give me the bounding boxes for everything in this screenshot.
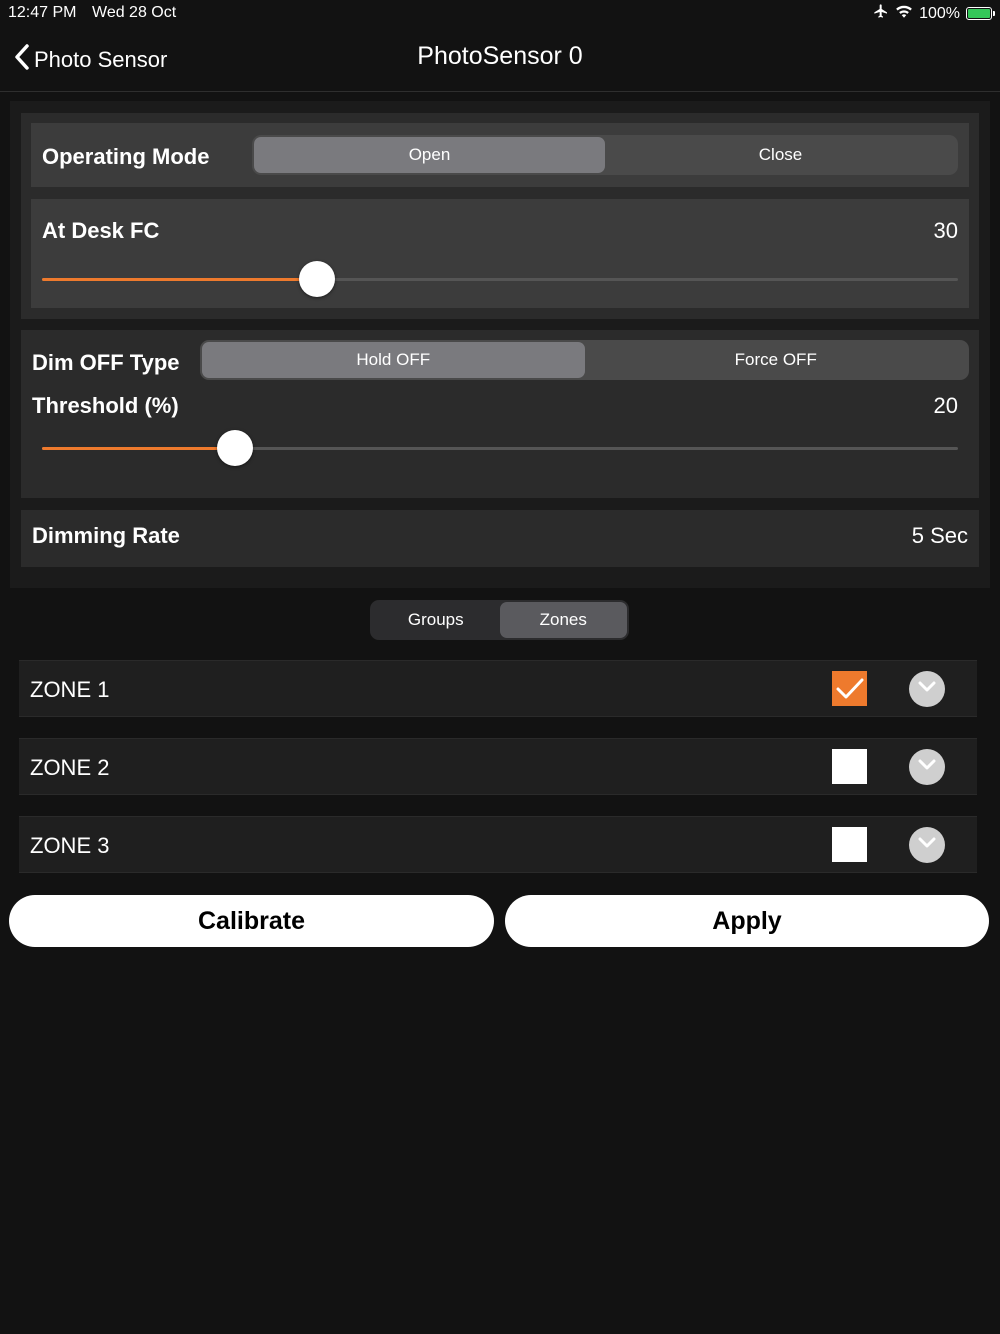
- zone-name: ZONE 1: [30, 677, 110, 702]
- airplane-icon: [873, 3, 889, 24]
- zone-name: ZONE 2: [30, 755, 110, 780]
- apply-button[interactable]: Apply: [505, 895, 989, 947]
- threshold-label: Threshold (%): [32, 393, 179, 418]
- groups-zones-segmented-control: Groups Zones: [370, 600, 629, 640]
- status-date: Wed 28 Oct: [92, 4, 177, 21]
- dim-off-type-segmented-control: Hold OFF Force OFF: [200, 340, 969, 380]
- dim-off-panel: Dim OFF Type Hold OFF Force OFF Threshol…: [21, 330, 979, 498]
- dimming-rate-value: 5 Sec: [911, 523, 968, 548]
- threshold-slider-thumb[interactable]: [217, 430, 253, 466]
- page-title: PhotoSensor 0: [417, 42, 583, 70]
- wifi-icon: [895, 4, 913, 23]
- calibrate-button[interactable]: Calibrate: [9, 895, 494, 947]
- status-time: 12:47 PM: [8, 4, 77, 21]
- at-desk-fc-label: At Desk FC: [42, 218, 160, 243]
- dimming-rate-row[interactable]: Dimming Rate 5 Sec: [21, 510, 979, 567]
- threshold-slider-fill: [42, 447, 235, 450]
- zone-row-3: ZONE 3: [19, 816, 977, 873]
- status-bar: 12:47 PM Wed 28 Oct 100%: [0, 0, 1000, 26]
- at-desk-fc-slider-track[interactable]: [42, 278, 958, 281]
- at-desk-fc-row: At Desk FC 30: [31, 199, 969, 308]
- chevron-down-icon: [918, 836, 936, 854]
- checkmark-icon: [832, 678, 867, 710]
- status-indicators: 100%: [873, 3, 995, 24]
- operating-mode-label: Operating Mode: [42, 144, 210, 169]
- zone-name: ZONE 3: [30, 833, 110, 858]
- at-desk-fc-slider-thumb[interactable]: [299, 261, 335, 297]
- at-desk-fc-value: 30: [933, 218, 958, 243]
- dim-off-force-off[interactable]: Force OFF: [585, 342, 968, 378]
- chevron-down-icon: [918, 758, 936, 776]
- operating-mode-segmented-control: Open Close: [252, 135, 958, 175]
- operating-mode-close[interactable]: Close: [605, 137, 956, 173]
- dim-off-type-label: Dim OFF Type: [32, 350, 180, 375]
- zone-1-checkbox[interactable]: [832, 671, 867, 706]
- zone-2-expand-button[interactable]: [909, 749, 945, 785]
- threshold-value: 20: [933, 393, 958, 418]
- tab-zones[interactable]: Zones: [499, 602, 627, 638]
- zone-3-checkbox[interactable]: [832, 827, 867, 862]
- dimming-rate-label: Dimming Rate: [32, 523, 180, 548]
- zone-row-2: ZONE 2: [19, 738, 977, 795]
- zone-3-expand-button[interactable]: [909, 827, 945, 863]
- battery-percent: 100%: [919, 4, 960, 22]
- threshold-slider-track[interactable]: [42, 447, 958, 450]
- operating-mode-open[interactable]: Open: [254, 137, 605, 173]
- battery-icon: [966, 7, 995, 20]
- navigation-bar: Photo Sensor PhotoSensor 0: [0, 26, 1000, 92]
- operating-mode-row: Operating Mode Open Close: [31, 123, 969, 187]
- chevron-down-icon: [918, 680, 936, 698]
- at-desk-fc-slider-fill: [42, 278, 317, 281]
- zone-row-1: ZONE 1: [19, 660, 977, 717]
- zone-2-checkbox[interactable]: [832, 749, 867, 784]
- dim-off-hold-off[interactable]: Hold OFF: [202, 342, 585, 378]
- tab-groups[interactable]: Groups: [372, 602, 500, 638]
- zone-1-expand-button[interactable]: [909, 671, 945, 707]
